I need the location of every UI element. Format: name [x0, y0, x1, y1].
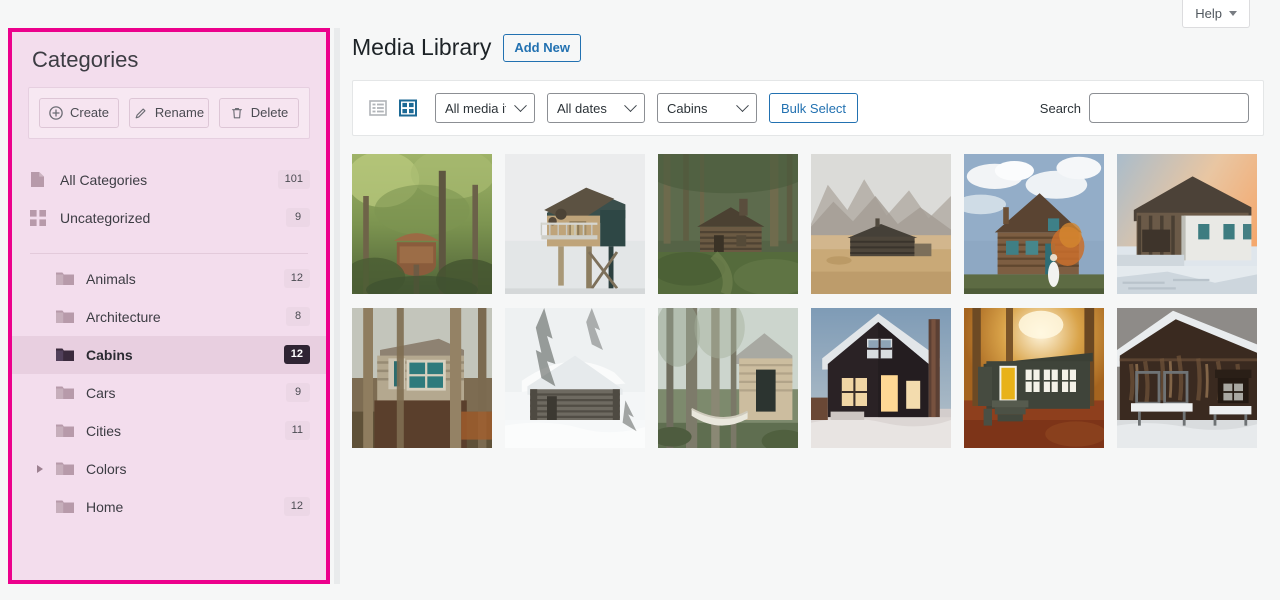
category-count-badge: 101 — [277, 170, 310, 190]
category-count-badge: 12 — [283, 269, 310, 289]
folder-icon — [56, 271, 76, 286]
media-thumbnail[interactable] — [658, 154, 798, 294]
plus-circle-icon — [49, 105, 63, 120]
category-count-badge: 8 — [286, 307, 310, 327]
media-thumbnail[interactable] — [352, 308, 492, 448]
sidebar-item-architecture[interactable]: Architecture 8 — [12, 298, 326, 336]
expand-triangle-icon[interactable] — [37, 464, 43, 473]
page-header: Media Library Add New — [352, 28, 1264, 68]
folder-icon — [56, 309, 76, 324]
delete-category-button[interactable]: Delete — [219, 97, 299, 128]
media-thumbnail[interactable] — [1117, 308, 1257, 448]
add-new-button[interactable]: Add New — [503, 33, 581, 63]
media-thumbnail[interactable] — [964, 154, 1104, 294]
rename-category-button[interactable]: Rename — [129, 97, 209, 128]
sidebar-scrollbar[interactable] — [334, 28, 340, 584]
media-thumbnail[interactable] — [658, 308, 798, 448]
category-count-badge: 9 — [286, 208, 310, 228]
date-filter-value: All dates — [557, 100, 607, 116]
chevron-down-icon — [514, 98, 527, 112]
category-filter[interactable]: Cabins — [657, 93, 757, 123]
rename-label: Rename — [154, 105, 205, 121]
sidebar-divider — [30, 252, 308, 254]
search-area: Search — [1040, 93, 1249, 123]
grid-view-icon[interactable] — [397, 97, 419, 119]
search-label: Search — [1039, 100, 1081, 116]
list-view-icon[interactable] — [367, 97, 389, 119]
search-input[interactable] — [1089, 93, 1249, 123]
sidebar-item-label: Cabins — [86, 346, 133, 363]
sidebar-item-cabins[interactable]: Cabins 12 — [12, 335, 326, 374]
media-toolbar: All media it All dates Cabins Bulk Selec… — [352, 80, 1264, 136]
category-list: All Categories 101 Uncategorized 9 Anima… — [12, 157, 326, 526]
media-thumbnail[interactable] — [811, 308, 951, 448]
sidebar-item-colors[interactable]: Colors — [12, 450, 326, 488]
folder-icon — [56, 423, 76, 438]
category-count-badge: 12 — [283, 497, 310, 517]
sidebar-item-label: Home — [86, 498, 124, 515]
media-thumbnail[interactable] — [811, 154, 951, 294]
sidebar-item-label: Architecture — [86, 308, 161, 325]
view-mode-toggles — [367, 97, 419, 119]
sidebar-item-label: All Categories — [60, 171, 148, 188]
folder-icon — [56, 461, 76, 476]
delete-label: Delete — [250, 105, 289, 121]
category-filter-value: Cabins — [667, 100, 708, 116]
sidebar-item-label: Cities — [86, 422, 122, 439]
media-thumbnail[interactable] — [1117, 154, 1257, 294]
help-button[interactable]: Help — [1182, 0, 1250, 28]
categories-panel: Categories Create Rename Delete All Cate… — [8, 28, 330, 584]
media-thumbnail[interactable] — [964, 308, 1104, 448]
media-thumbnail[interactable] — [505, 308, 645, 448]
help-label: Help — [1195, 6, 1222, 21]
media-thumbnail[interactable] — [505, 154, 645, 294]
category-actions-toolbar: Create Rename Delete — [28, 86, 310, 139]
media-type-filter[interactable]: All media it — [435, 93, 535, 123]
category-count-badge: 11 — [284, 421, 310, 441]
chevron-down-icon — [736, 98, 749, 112]
category-count-badge: 9 — [286, 383, 310, 403]
trash-icon — [230, 106, 244, 120]
media-type-value: All media it — [445, 100, 506, 116]
folder-icon — [56, 347, 76, 362]
main-content: Media Library Add New All media it All d… — [352, 28, 1264, 600]
sidebar-item-animals[interactable]: Animals 12 — [12, 260, 326, 298]
category-count-badge: 12 — [283, 345, 310, 365]
sidebar-item-cars[interactable]: Cars 9 — [12, 374, 326, 412]
sidebar-item-home[interactable]: Home 12 — [12, 488, 326, 526]
pencil-icon — [134, 106, 148, 120]
create-category-button[interactable]: Create — [39, 97, 119, 128]
chevron-down-icon — [1229, 11, 1237, 16]
media-thumbnail[interactable] — [352, 154, 492, 294]
bulk-select-button[interactable]: Bulk Select — [769, 93, 859, 123]
help-bar: Help — [1080, 0, 1280, 28]
sidebar-item-label: Colors — [86, 460, 127, 477]
page-icon — [30, 171, 50, 188]
sidebar-item-label: Animals — [86, 270, 136, 287]
grid-squares-icon — [30, 209, 50, 226]
sidebar-item-uncategorized[interactable]: Uncategorized 9 — [12, 199, 326, 237]
media-grid — [352, 154, 1264, 448]
page-title: Media Library — [352, 34, 492, 61]
media-library-page: Help Categories Create Rename Delete All… — [0, 0, 1280, 600]
folder-icon — [56, 499, 76, 514]
categories-title: Categories — [32, 47, 139, 72]
sidebar-item-cities[interactable]: Cities 11 — [12, 412, 326, 450]
categories-panel-inner: Categories Create Rename Delete All Cate… — [12, 32, 326, 580]
date-filter[interactable]: All dates — [547, 93, 645, 123]
folder-icon — [56, 385, 76, 400]
sidebar-item-label: Cars — [86, 384, 116, 401]
sidebar-item-label: Uncategorized — [60, 209, 151, 226]
sidebar-item-all-categories[interactable]: All Categories 101 — [12, 161, 326, 199]
create-label: Create — [69, 105, 110, 121]
chevron-down-icon — [624, 98, 637, 112]
